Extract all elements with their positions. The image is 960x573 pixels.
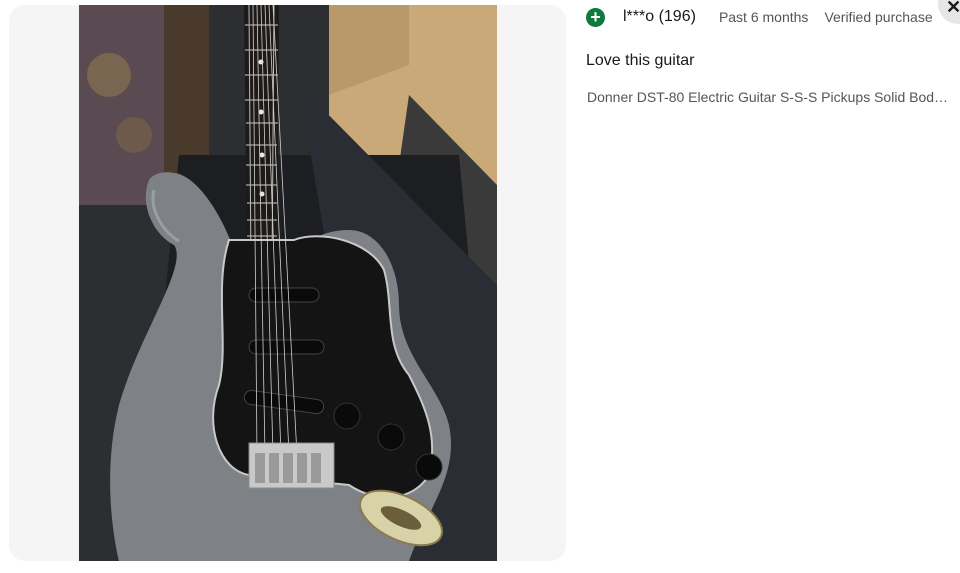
product-link[interactable]: Donner DST-80 Electric Guitar S-S-S Pick…: [587, 89, 953, 105]
review-header: + l***o (196) Past 6 months Verified pur…: [586, 6, 933, 28]
close-icon: ✕: [946, 0, 960, 17]
review-title: Love this guitar: [586, 52, 695, 69]
review-date: Past 6 months: [718, 9, 809, 25]
reviewer-name: l***o (196): [623, 8, 696, 25]
verified-purchase-label: Verified purchase: [824, 9, 933, 25]
review-photo[interactable]: [79, 5, 497, 561]
close-button[interactable]: ✕: [938, 0, 960, 24]
plus-circle-icon: +: [586, 7, 605, 27]
media-panel: [9, 5, 566, 561]
